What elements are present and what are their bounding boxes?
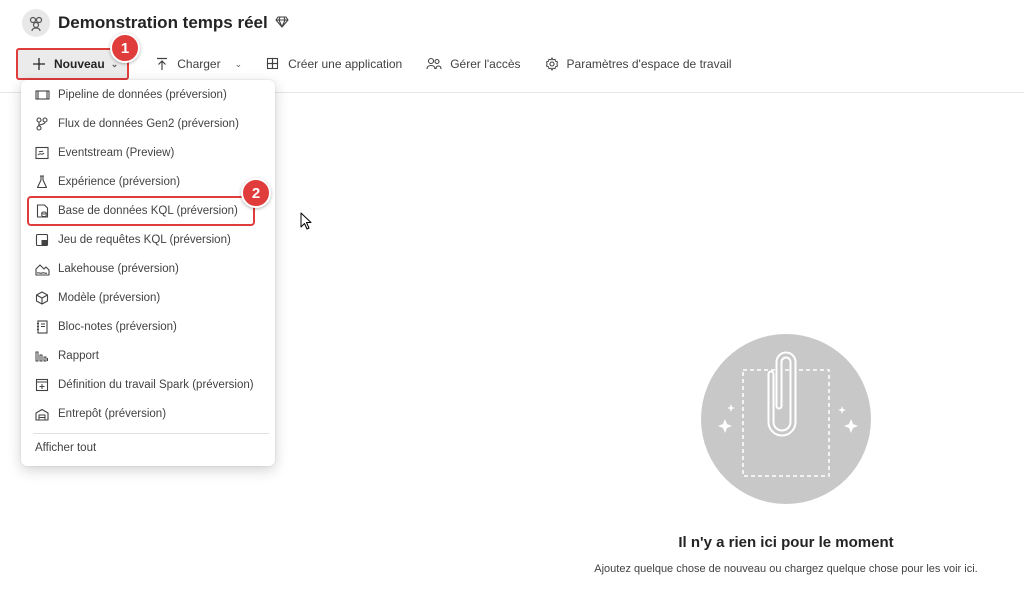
step-badge-1: 1 bbox=[110, 33, 140, 63]
chevron-down-icon: ⌄ bbox=[234, 58, 243, 69]
warehouse-icon bbox=[34, 406, 50, 422]
new-item-menu: Pipeline de données (préversion) Flux de… bbox=[21, 80, 275, 466]
upload-button-label: Charger bbox=[177, 57, 221, 71]
menu-item-label: Base de données KQL (préversion) bbox=[58, 205, 238, 217]
menu-item-model[interactable]: Modèle (préversion) bbox=[21, 285, 275, 311]
workspace-settings-button-label: Paramètres d'espace de travail bbox=[566, 57, 732, 71]
dataflow-icon bbox=[34, 116, 50, 132]
flask-icon bbox=[34, 174, 50, 190]
kql-database-icon bbox=[34, 203, 50, 219]
lakehouse-icon bbox=[34, 261, 50, 277]
menu-item-spark-job[interactable]: Définition du travail Spark (préversion) bbox=[21, 372, 275, 398]
manage-access-button-label: Gérer l'accès bbox=[450, 57, 521, 71]
menu-item-label: Eventstream (Preview) bbox=[58, 147, 175, 159]
menu-item-label: Lakehouse (préversion) bbox=[58, 263, 179, 275]
menu-item-label: Définition du travail Spark (préversion) bbox=[58, 379, 254, 391]
mouse-cursor-icon bbox=[300, 212, 312, 235]
manage-access-button[interactable]: Gérer l'accès bbox=[426, 49, 521, 79]
menu-item-label: Bloc-notes (préversion) bbox=[58, 321, 177, 333]
upload-button[interactable]: Charger ⌄ bbox=[155, 49, 242, 79]
menu-item-notebook[interactable]: Bloc-notes (préversion) bbox=[21, 314, 275, 340]
empty-state-illustration bbox=[701, 334, 871, 504]
menu-item-label: Flux de données Gen2 (préversion) bbox=[58, 118, 239, 130]
people-icon bbox=[426, 57, 442, 70]
empty-state-title: Il n'y a rien ici pour le moment bbox=[678, 534, 894, 551]
eventstream-icon bbox=[34, 145, 50, 161]
upload-icon bbox=[157, 57, 168, 70]
menu-item-dataflow-gen2[interactable]: Flux de données Gen2 (préversion) bbox=[21, 111, 275, 137]
kql-queryset-icon bbox=[34, 232, 50, 248]
pipeline-icon bbox=[34, 87, 50, 103]
create-app-button-label: Créer une application bbox=[288, 57, 403, 71]
notebook-icon bbox=[34, 319, 50, 335]
menu-item-label: Expérience (préversion) bbox=[58, 176, 181, 188]
app-grid-icon bbox=[267, 57, 279, 70]
menu-item-label: Entrepôt (préversion) bbox=[58, 408, 167, 420]
menu-item-experiment[interactable]: Expérience (préversion) bbox=[21, 169, 275, 195]
sparkle-icon bbox=[718, 404, 735, 433]
menu-item-label: Rapport bbox=[58, 350, 99, 362]
workspace-title: Demonstration temps réel bbox=[58, 13, 268, 32]
menu-item-kql-queryset[interactable]: Jeu de requêtes KQL (préversion) bbox=[21, 227, 275, 253]
menu-divider bbox=[33, 433, 269, 434]
create-app-button[interactable]: Créer une application bbox=[266, 49, 402, 79]
menu-item-lakehouse[interactable]: Lakehouse (préversion) bbox=[21, 256, 275, 282]
menu-item-label: Modèle (préversion) bbox=[58, 292, 161, 304]
diamond-icon bbox=[275, 15, 289, 34]
sparkle-icon bbox=[838, 406, 858, 433]
gear-icon bbox=[545, 57, 558, 71]
step-badge-2: 2 bbox=[241, 178, 271, 208]
menu-item-eventstream[interactable]: Eventstream (Preview) bbox=[21, 140, 275, 166]
spark-job-icon bbox=[34, 377, 50, 393]
menu-item-report[interactable]: Rapport bbox=[21, 343, 275, 369]
paperclip-icon bbox=[767, 351, 797, 437]
show-all-link[interactable]: Afficher tout bbox=[35, 442, 96, 454]
menu-item-label: Jeu de requêtes KQL (préversion) bbox=[58, 234, 231, 246]
model-cube-icon bbox=[34, 290, 50, 306]
empty-state-subtitle: Ajoutez quelque chose de nouveau ou char… bbox=[594, 563, 978, 575]
menu-item-label: Pipeline de données (préversion) bbox=[58, 89, 227, 101]
plus-icon bbox=[33, 58, 45, 70]
workspace-settings-button[interactable]: Paramètres d'espace de travail bbox=[545, 49, 732, 79]
new-button-label: Nouveau bbox=[54, 57, 105, 71]
menu-item-warehouse[interactable]: Entrepôt (préversion) bbox=[21, 401, 275, 427]
workspace-people-icon bbox=[22, 9, 50, 37]
menu-item-data-pipeline[interactable]: Pipeline de données (préversion) bbox=[21, 82, 275, 108]
menu-item-kql-database[interactable]: Base de données KQL (préversion) bbox=[27, 196, 255, 226]
report-icon bbox=[34, 348, 50, 364]
dashed-frame bbox=[742, 369, 830, 477]
